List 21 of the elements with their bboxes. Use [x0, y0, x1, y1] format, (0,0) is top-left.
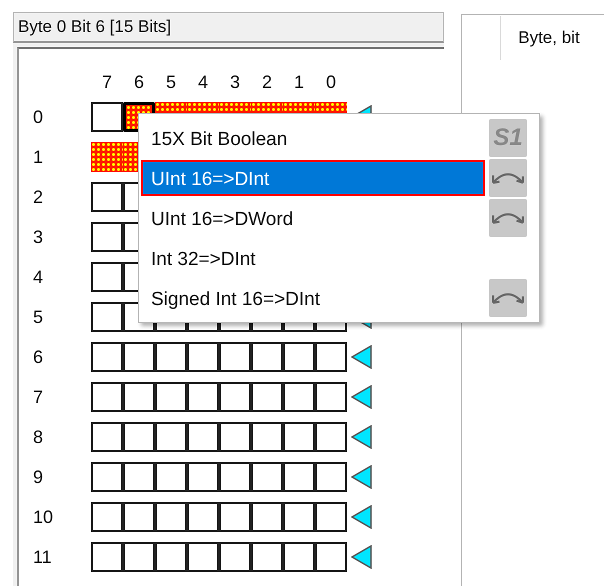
byte-number: 2 — [32, 186, 44, 208]
bit-number: 7 — [100, 72, 113, 92]
bit-number: 6 — [132, 72, 145, 92]
byte-number: 0 — [32, 106, 44, 128]
bit-number: 4 — [196, 72, 209, 92]
bit-number: 2 — [260, 72, 273, 92]
byte-number: 6 — [32, 346, 44, 368]
panel-title: Byte 0 Bit 6 [15 Bits] — [13, 12, 444, 43]
byte-number: 7 — [32, 386, 44, 408]
bit-number: 5 — [164, 72, 177, 92]
bit-number: 0 — [324, 72, 337, 92]
byte-number: 5 — [32, 306, 44, 328]
byte-number: 4 — [32, 266, 44, 288]
byte-number: 8 — [32, 426, 44, 448]
byte-number: 1 — [32, 146, 44, 168]
byte-number: 3 — [32, 226, 44, 248]
bit-number: 1 — [292, 72, 305, 92]
byte-number: 10 — [32, 506, 54, 528]
byte-number: 9 — [32, 466, 44, 488]
byte-number: 11 — [32, 546, 53, 568]
bit-number: 3 — [228, 72, 241, 92]
